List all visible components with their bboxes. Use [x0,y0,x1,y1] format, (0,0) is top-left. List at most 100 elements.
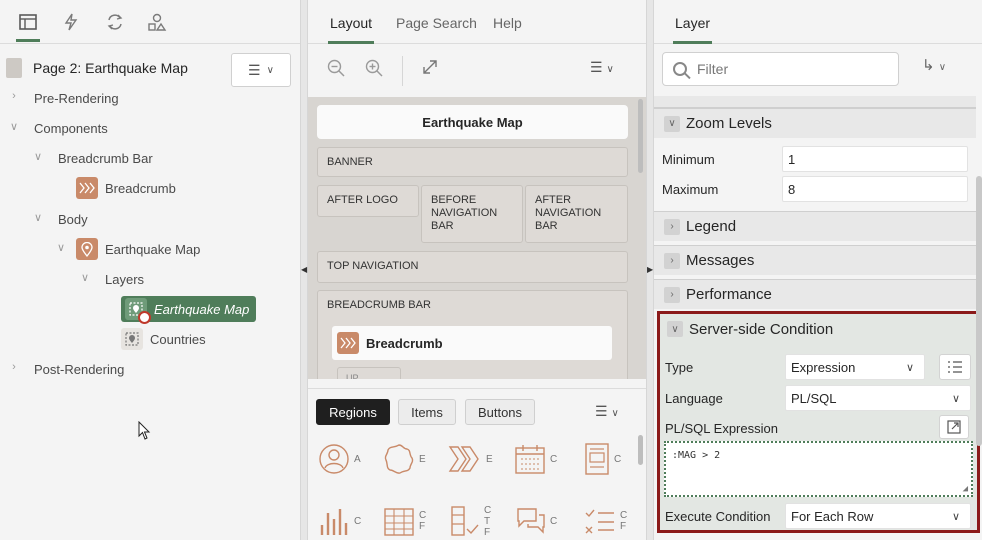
tree-node-breadcrumb[interactable]: Breadcrumb [76,174,176,202]
section-title: Server-side Condition [689,320,834,338]
layout-toolbar: ☰ ∨ [308,44,646,96]
tree-node-label: Earthquake Map [105,241,201,257]
dynamic-actions-icon[interactable] [60,10,82,34]
gallery-item-label: E [486,453,493,465]
section-legend[interactable]: › Legend [654,211,976,241]
tree-node-earthquake-map-region[interactable]: Earthquake Map [76,235,200,263]
gallery-item-checklist[interactable]: C F [584,499,634,540]
tree-node-post-rendering[interactable]: Post-Rendering [34,355,124,383]
maximum-input[interactable]: 8 [782,176,968,202]
property-filter-input[interactable]: Filter [662,52,899,86]
slot-before-navigation-bar[interactable]: BEFORE NAVIGATION BAR [421,185,523,243]
tree-node-pre-rendering[interactable]: Pre-Rendering [34,84,119,112]
expand-caret-icon[interactable]: › [8,90,20,102]
canvas-scrollbar[interactable] [638,99,643,173]
gallery-item-chart[interactable]: C [318,499,368,540]
collapse-right-icon[interactable]: ▶ [647,265,653,274]
tree-node-layer-earthquake-map[interactable]: Earthquake Map [121,296,257,324]
collapse-caret-icon[interactable]: ∨ [32,211,44,224]
gallery-item-label: C [550,453,558,465]
processing-icon[interactable] [104,10,126,34]
gallery-scrollbar[interactable] [638,435,643,465]
collapse-left-icon[interactable]: ◀ [301,265,307,274]
language-label: Language [665,391,723,406]
tab-help[interactable]: Help [493,15,522,31]
language-select[interactable]: PL/SQL ∨ [785,385,971,411]
slot-after-logo[interactable]: AFTER LOGO [317,185,419,217]
minimum-input[interactable]: 1 [782,146,968,172]
zoom-in-icon[interactable] [365,59,383,82]
tab-layer[interactable]: Layer [672,15,713,44]
collapse-caret-icon[interactable]: ∨ [79,271,91,284]
section-zoom-levels[interactable]: ∨ Zoom Levels [654,108,976,138]
gallery-item-breadcrumb[interactable]: E [448,437,498,481]
section-performance[interactable]: › Performance [654,279,976,309]
chevron-down-icon: ∨ [667,321,683,337]
expand-icon[interactable] [422,59,438,80]
property-editor-pane: Layer Filter ↳ ∨ ∨ Zoom Levels Minimum 1… [654,0,982,540]
expand-caret-icon[interactable]: › [8,361,20,373]
mouse-pointer-icon [138,421,151,440]
left-splitter[interactable]: ◀ [300,0,308,540]
go-to-group-icon[interactable]: ↳ ∨ [922,56,946,74]
gallery-menu-icon[interactable]: ☰ ∨ [595,403,619,420]
page-tree-icon[interactable] [16,10,40,42]
slot-banner[interactable]: BANNER [317,147,628,177]
type-select[interactable]: Expression ∨ [785,354,925,380]
zoom-out-icon[interactable] [327,59,345,82]
breadcrumb-region-card[interactable]: Breadcrumb [332,326,612,360]
chevron-right-icon: › [664,286,680,303]
right-splitter[interactable]: ▶ [646,0,654,540]
tree-node-label: Layers [105,271,145,287]
gallery-item-avatar[interactable]: A [318,437,368,481]
tree-node-layers[interactable]: Layers [105,265,144,293]
tab-buttons[interactable]: Buttons [465,399,535,425]
tree-node-breadcrumb-bar[interactable]: Breadcrumb Bar [58,144,153,172]
gallery-item-content-row[interactable]: C T F [448,499,498,540]
open-code-editor-button[interactable] [939,415,969,439]
section-server-side-condition[interactable]: ∨ Server-side Condition [660,314,977,344]
list-of-values-button[interactable] [939,354,971,380]
gallery-item-card[interactable]: C [584,437,634,481]
gallery-item-label: C [550,515,558,527]
minimum-value: 1 [788,151,796,167]
toolbar-divider [402,56,403,86]
execute-condition-label: Execute Condition [665,509,771,524]
tab-items[interactable]: Items [398,399,456,425]
maximum-value: 8 [788,181,796,197]
chevron-down-icon: ∨ [664,115,680,132]
map-layer-icon [125,298,151,324]
tree-node-components[interactable]: Components [34,114,108,142]
collapse-caret-icon[interactable]: ∨ [32,150,44,163]
layout-menu-icon[interactable]: ☰ ∨ [590,59,614,76]
tab-layout[interactable]: Layout [327,15,375,44]
breadcrumb-icon [76,177,98,199]
collapse-caret-icon[interactable]: ∨ [8,120,20,133]
filter-placeholder: Filter [697,61,729,77]
gallery-item-classic-report[interactable]: C F [383,499,433,540]
type-label: Type [665,360,694,375]
slot-after-navigation-bar[interactable]: AFTER NAVIGATION BAR [525,185,628,243]
shared-components-icon[interactable] [146,10,168,34]
collapse-caret-icon[interactable]: ∨ [55,241,67,254]
gallery-item-calendar[interactable]: C [514,437,564,481]
resize-handle-icon[interactable]: ◢ [963,484,968,494]
gallery-item-comments[interactable]: C [514,499,564,540]
tab-regions[interactable]: Regions [316,399,390,425]
tree-node-body[interactable]: Body [58,205,88,233]
map-pin-icon [76,238,98,260]
section-messages[interactable]: › Messages [654,245,976,275]
tab-page-search[interactable]: Page Search [396,15,477,31]
gallery-item-badge[interactable]: E [383,437,433,481]
page-actions-menu-button[interactable]: ☰ ∨ [231,53,291,87]
hamburger-icon: ☰ [248,61,261,78]
collapsed-section-edge [654,96,976,108]
page-designer-tree-pane: Page 2: Earthquake Map ☰ ∨ › Pre-Renderi… [0,0,300,540]
execute-condition-select[interactable]: For Each Row ∨ [785,503,971,529]
plsql-expression-editor[interactable]: :MAG > 2 ◢ [664,441,973,497]
tree-node-layer-countries[interactable]: Countries [121,325,206,353]
property-scrollbar[interactable] [976,176,982,446]
gallery-item-label: C [614,453,622,465]
code-text: :MAG > 2 [672,450,721,461]
slot-top-navigation[interactable]: TOP NAVIGATION [317,251,628,283]
